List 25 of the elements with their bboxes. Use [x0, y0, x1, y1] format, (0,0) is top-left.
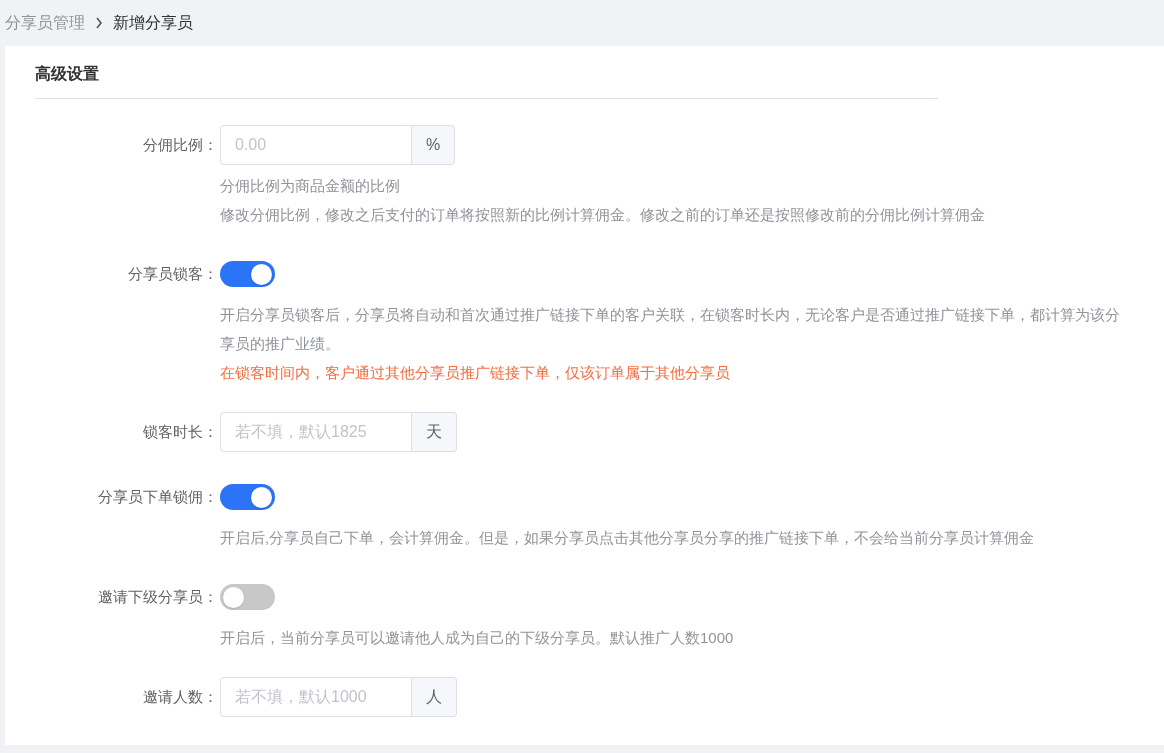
unit-label: % — [412, 125, 456, 165]
number-input[interactable]: 若不填，默认1825 — [220, 412, 412, 452]
field-label: 分佣比例： — [143, 134, 218, 155]
field-label: 分享员下单锁佣： — [98, 486, 218, 507]
toggle-switch[interactable] — [220, 584, 275, 610]
help-text: 修改分佣比例，修改之后支付的订单将按照新的比例计算佣金。修改之前的订单还是按照修改前的分佣比例计算佣金 — [220, 205, 986, 225]
help-text: 开启后,分享员自己下单，会计算佣金。但是，如果分享员点击其他分享员分享的推广链接下单，不会给当前分享员计算佣金 — [220, 528, 1036, 548]
section-title: 高级设置 — [35, 64, 100, 84]
chevron-right-icon — [95, 17, 103, 29]
breadcrumb-item[interactable]: 分享员管理 — [5, 11, 85, 35]
field-label: 分享员锁客： — [128, 263, 218, 284]
help-text: 开启后，当前分享员可以邀请他人成为自己的下级分享员。默认推广人数1000 — [220, 628, 735, 648]
number-input[interactable]: 若不填，默认1000 — [220, 677, 412, 717]
field-label: 锁客时长： — [143, 421, 218, 442]
unit-label: 天 — [412, 412, 457, 452]
field-label: 邀请人数： — [143, 686, 218, 707]
help-text: 开启分享员锁客后，分享员将自动和首次通过推广链接下单的客户关联，在锁客时长内，无论客户是否通过推广链接下单，都计算为该分享员的推广业绩。 — [220, 305, 1120, 354]
number-input[interactable]: 0.00 — [220, 125, 412, 165]
breadcrumb-item: 新增分享员 — [113, 13, 193, 33]
toggle-switch[interactable] — [220, 484, 275, 510]
help-text: 分佣比例为商品金额的比例 — [220, 176, 401, 196]
unit-label: 人 — [412, 677, 457, 717]
field-label: 邀请下级分享员： — [98, 586, 218, 607]
warning-text: 在锁客时间内，客户通过其他分享员推广链接下单，仅该订单属于其他分享员 — [220, 363, 731, 383]
toggle-switch[interactable] — [220, 261, 275, 287]
